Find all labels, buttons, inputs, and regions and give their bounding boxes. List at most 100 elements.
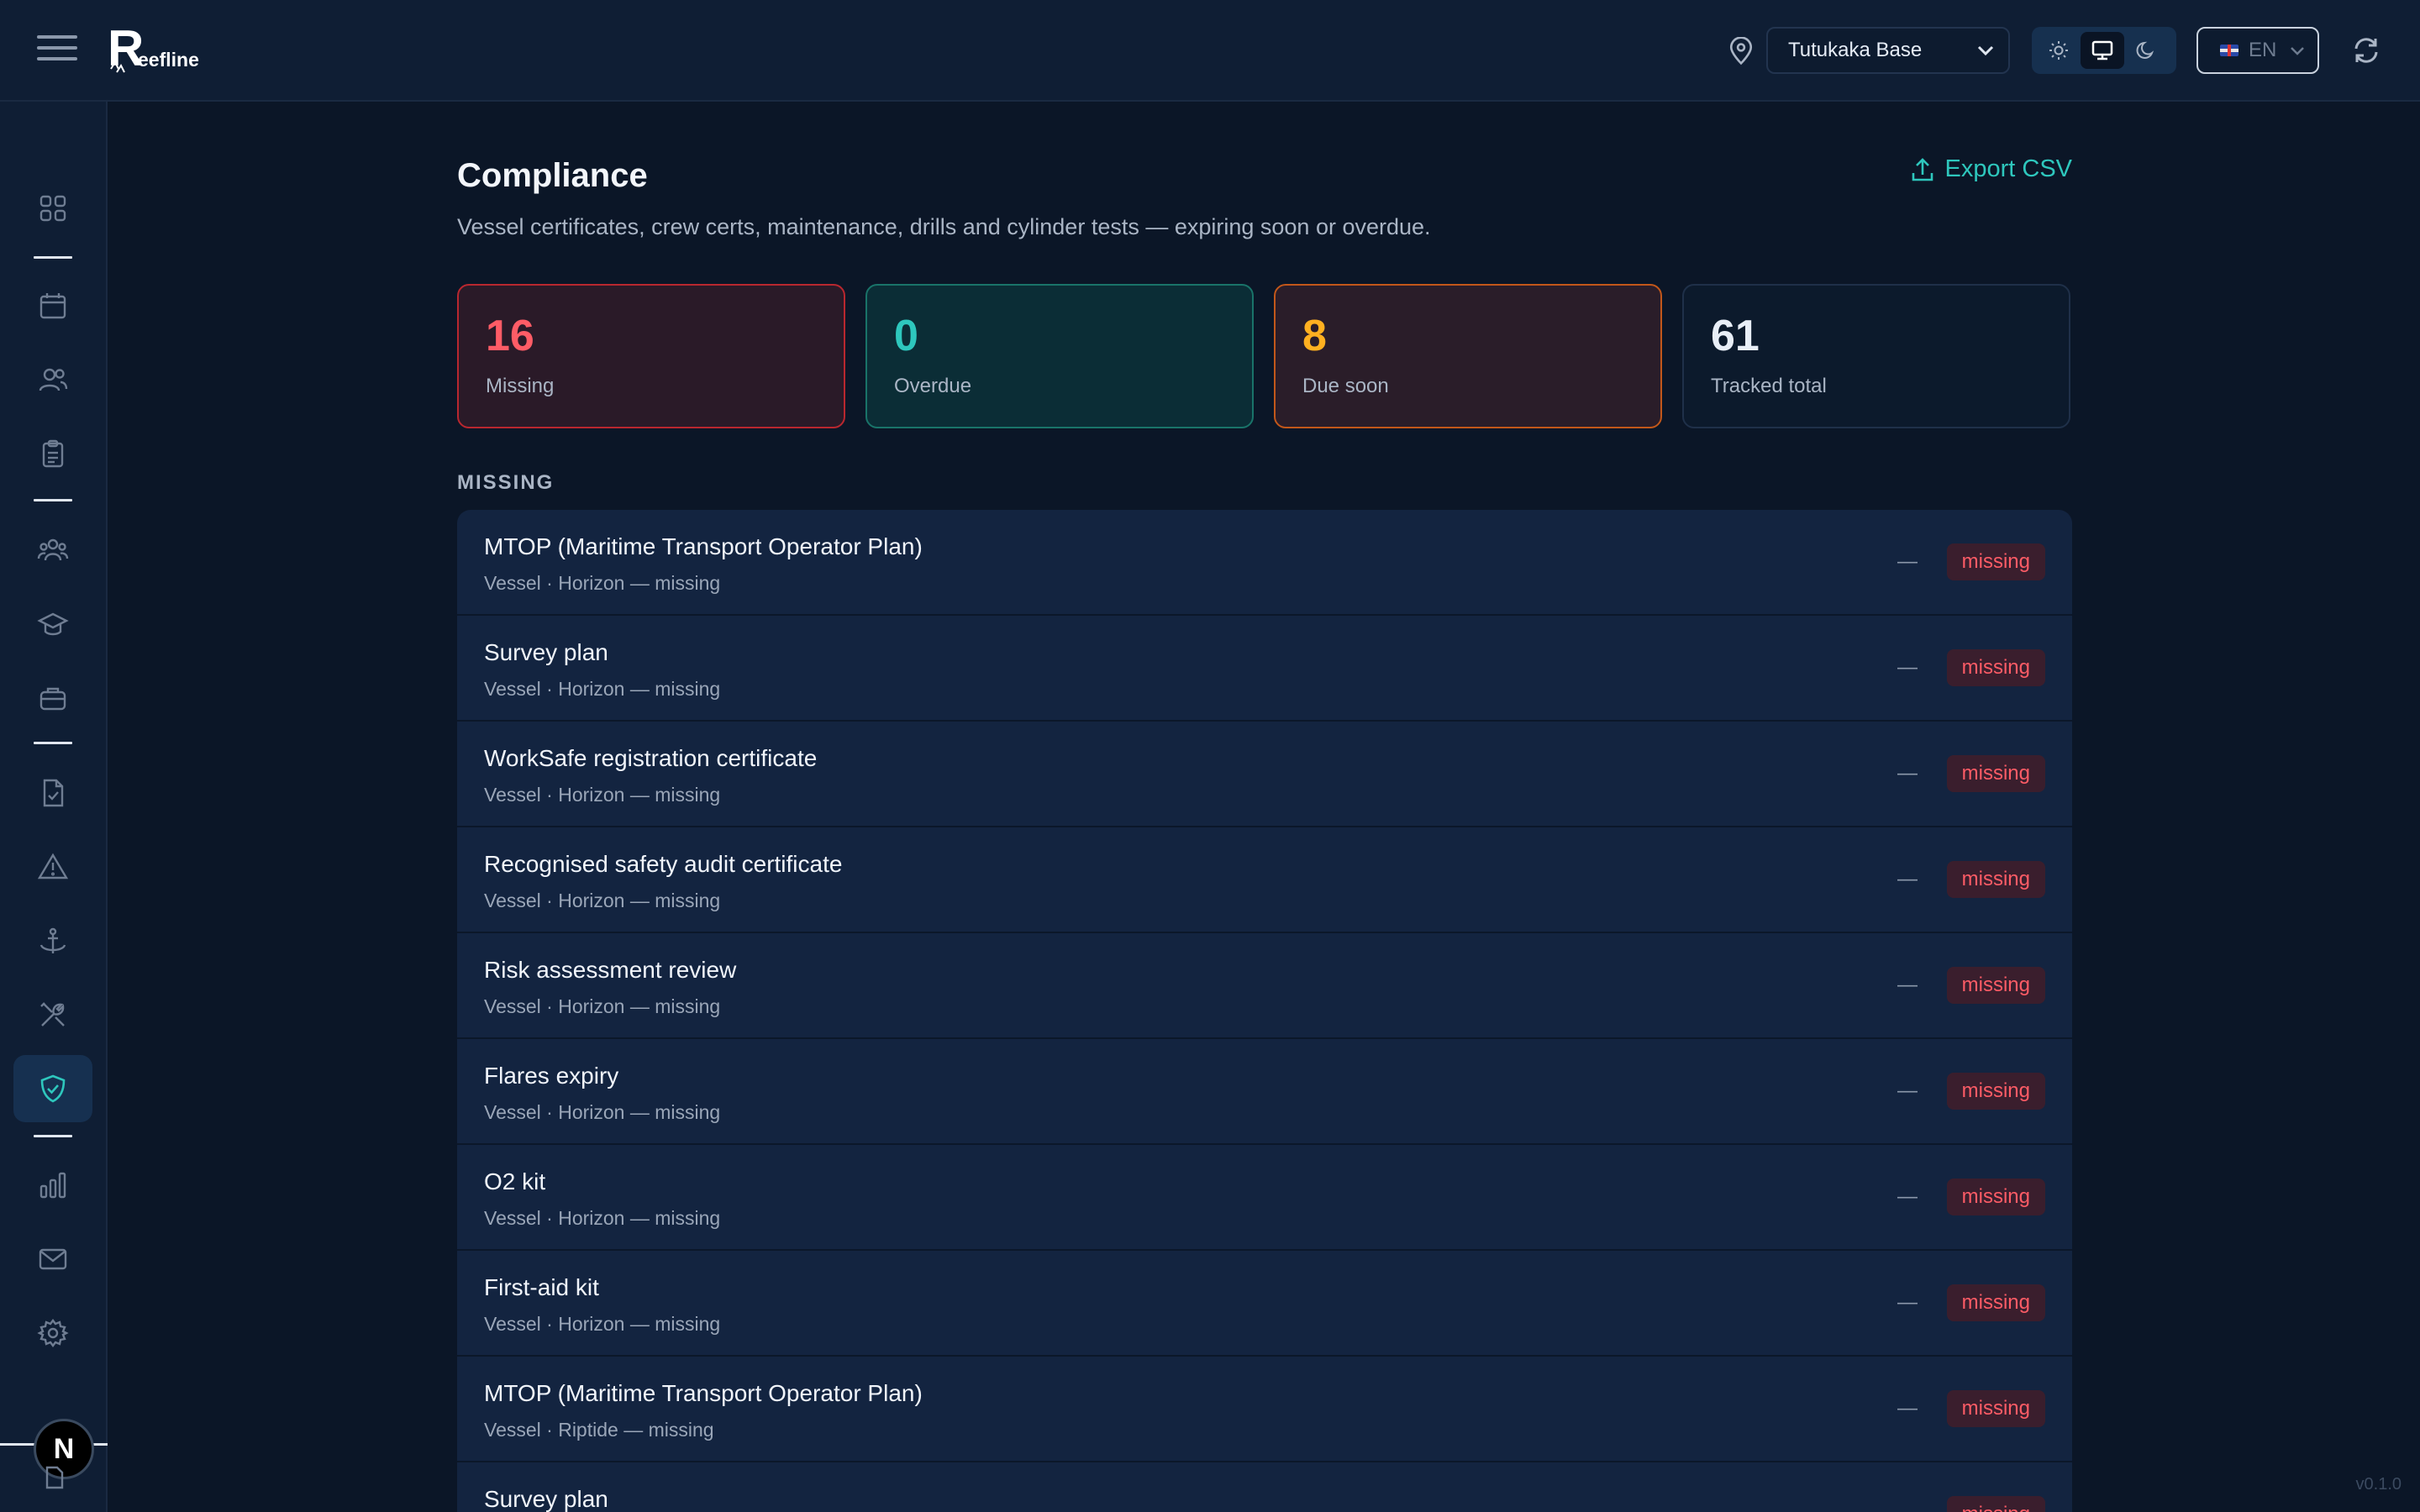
list-item[interactable]: O2 kit Vessel · Horizon — missing — miss… [457,1145,2072,1251]
sidebar-item-people[interactable] [13,346,92,413]
language-select[interactable]: EN [2196,27,2319,74]
sidebar-item-team[interactable] [13,517,92,584]
status-badge: missing [1946,649,2045,686]
status-badge: missing [1946,1284,2045,1321]
stat-value-overdue: 0 [894,312,918,360]
item-title: Risk assessment review [484,957,737,983]
list-item[interactable]: First-aid kit Vessel · Horizon — missing… [457,1251,2072,1357]
stat-card-overdue[interactable]: 0 Overdue [865,284,1254,428]
item-due-date: — [1897,974,1918,996]
item-subtitle: Vessel · Riptide — missing [484,1419,714,1441]
hamburger-menu-icon[interactable] [37,35,77,66]
sidebar-item-training[interactable] [13,591,92,658]
refresh-icon[interactable] [2349,34,2383,67]
item-title: First-aid kit [484,1274,599,1300]
sidebar-item-dashboard[interactable] [13,175,92,242]
bar-chart-icon [39,1172,66,1199]
item-title: Survey plan [484,639,608,665]
warning-triangle-icon [37,853,69,879]
item-title: Recognised safety audit certificate [484,851,843,877]
graduation-cap-icon [37,612,69,636]
item-due-date: — [1897,1079,1918,1102]
stat-value-due-soon: 8 [1302,312,1327,360]
language-select-value: EN [2249,39,2277,61]
list-item[interactable]: Survey plan Vessel · Horizon — missing —… [457,616,2072,722]
stat-label-missing: Missing [486,375,555,397]
tools-icon [40,1002,65,1026]
stat-label-due-soon: Due soon [1302,375,1389,397]
status-badge: missing [1946,967,2045,1004]
logo-wordmark: eefline [138,49,199,71]
stat-card-tracked-total[interactable]: 61 Tracked total [1682,284,2070,428]
top-bar: R eefline Tutukaka Base EN [0,0,2420,102]
sidebar-divider [34,742,72,744]
item-due-date: — [1897,1185,1918,1208]
sidebar-item-incidents[interactable] [13,833,92,900]
sidebar-item-documents[interactable] [13,759,92,827]
sidebar-item-settings[interactable] [13,1299,92,1367]
uk-flag-icon [2220,45,2238,56]
theme-system-button[interactable] [2081,32,2124,69]
sidebar-item-compliance[interactable] [13,1055,92,1122]
item-subtitle: Vessel · Horizon — missing [484,572,721,594]
page-title: Compliance [457,157,648,194]
dashboard-grid-icon [39,195,66,222]
theme-dark-button[interactable] [2124,32,2168,69]
sidebar [0,102,108,1512]
chevron-down-icon [2291,47,2304,55]
document-icon[interactable] [42,1465,66,1490]
stat-label-overdue: Overdue [894,375,972,397]
moon-icon [2136,41,2154,59]
logo-waves-icon [110,60,125,73]
list-item[interactable]: Recognised safety audit certificate Vess… [457,827,2072,933]
sun-icon [2049,41,2068,60]
shield-check-icon [40,1074,66,1103]
list-item[interactable]: Risk assessment review Vessel · Horizon … [457,933,2072,1039]
list-item[interactable]: MTOP (Maritime Transport Operator Plan) … [457,510,2072,616]
location-select[interactable]: Tutukaka Base [1766,27,2010,74]
theme-light-button[interactable] [2037,32,2081,69]
sidebar-item-clipboard[interactable] [13,420,92,487]
monitor-icon [2091,40,2113,60]
upload-icon [1912,157,1933,181]
item-due-date: — [1897,550,1918,573]
app-root: R eefline Tutukaka Base EN N Compliance … [0,0,2420,1512]
item-title: WorkSafe registration certificate [484,745,818,771]
list-item[interactable]: Survey plan missing [457,1462,2072,1512]
status-badge: missing [1946,1496,2045,1512]
status-badge: missing [1946,861,2045,898]
list-item[interactable]: Flares expiry Vessel · Horizon — missing… [457,1039,2072,1145]
stat-card-due-soon[interactable]: 8 Due soon [1274,284,1662,428]
calendar-icon [39,293,66,319]
item-title: Flares expiry [484,1063,619,1089]
item-title: Survey plan [484,1486,608,1512]
stat-value-tracked-total: 61 [1711,312,1760,360]
item-subtitle: Vessel · Horizon — missing [484,890,721,911]
sidebar-item-equipment[interactable] [13,664,92,732]
export-csv-label: Export CSV [1944,155,2073,182]
app-logo[interactable]: R eefline [108,24,225,77]
section-label-missing: MISSING [457,471,555,494]
item-due-date: — [1897,656,1918,679]
item-due-date: — [1897,762,1918,785]
stats-summary: 16 Missing 0 Overdue 8 Due soon 61 Track… [457,284,2072,428]
list-item[interactable]: MTOP (Maritime Transport Operator Plan) … [457,1357,2072,1462]
item-subtitle: Vessel · Horizon — missing [484,1207,721,1229]
sidebar-item-vessels[interactable] [13,908,92,975]
sidebar-item-maintenance[interactable] [13,981,92,1048]
sidebar-item-reports[interactable] [13,1152,92,1219]
people-icon [39,368,68,391]
sidebar-item-messages[interactable] [13,1226,92,1293]
stat-value-missing: 16 [486,312,534,360]
status-badge: missing [1946,543,2045,580]
stat-card-missing[interactable]: 16 Missing [457,284,845,428]
sidebar-divider [34,499,72,501]
page-subtitle: Vessel certificates, crew certs, mainten… [457,214,1431,239]
location-pin-icon [1729,37,1753,66]
export-csv-button[interactable]: Export CSV [1910,155,2073,183]
app-version: v0.1.0 [2355,1475,2402,1494]
compliance-list: MTOP (Maritime Transport Operator Plan) … [457,510,2072,1512]
status-badge: missing [1946,755,2045,792]
sidebar-item-calendar[interactable] [13,272,92,339]
list-item[interactable]: WorkSafe registration certificate Vessel… [457,722,2072,827]
